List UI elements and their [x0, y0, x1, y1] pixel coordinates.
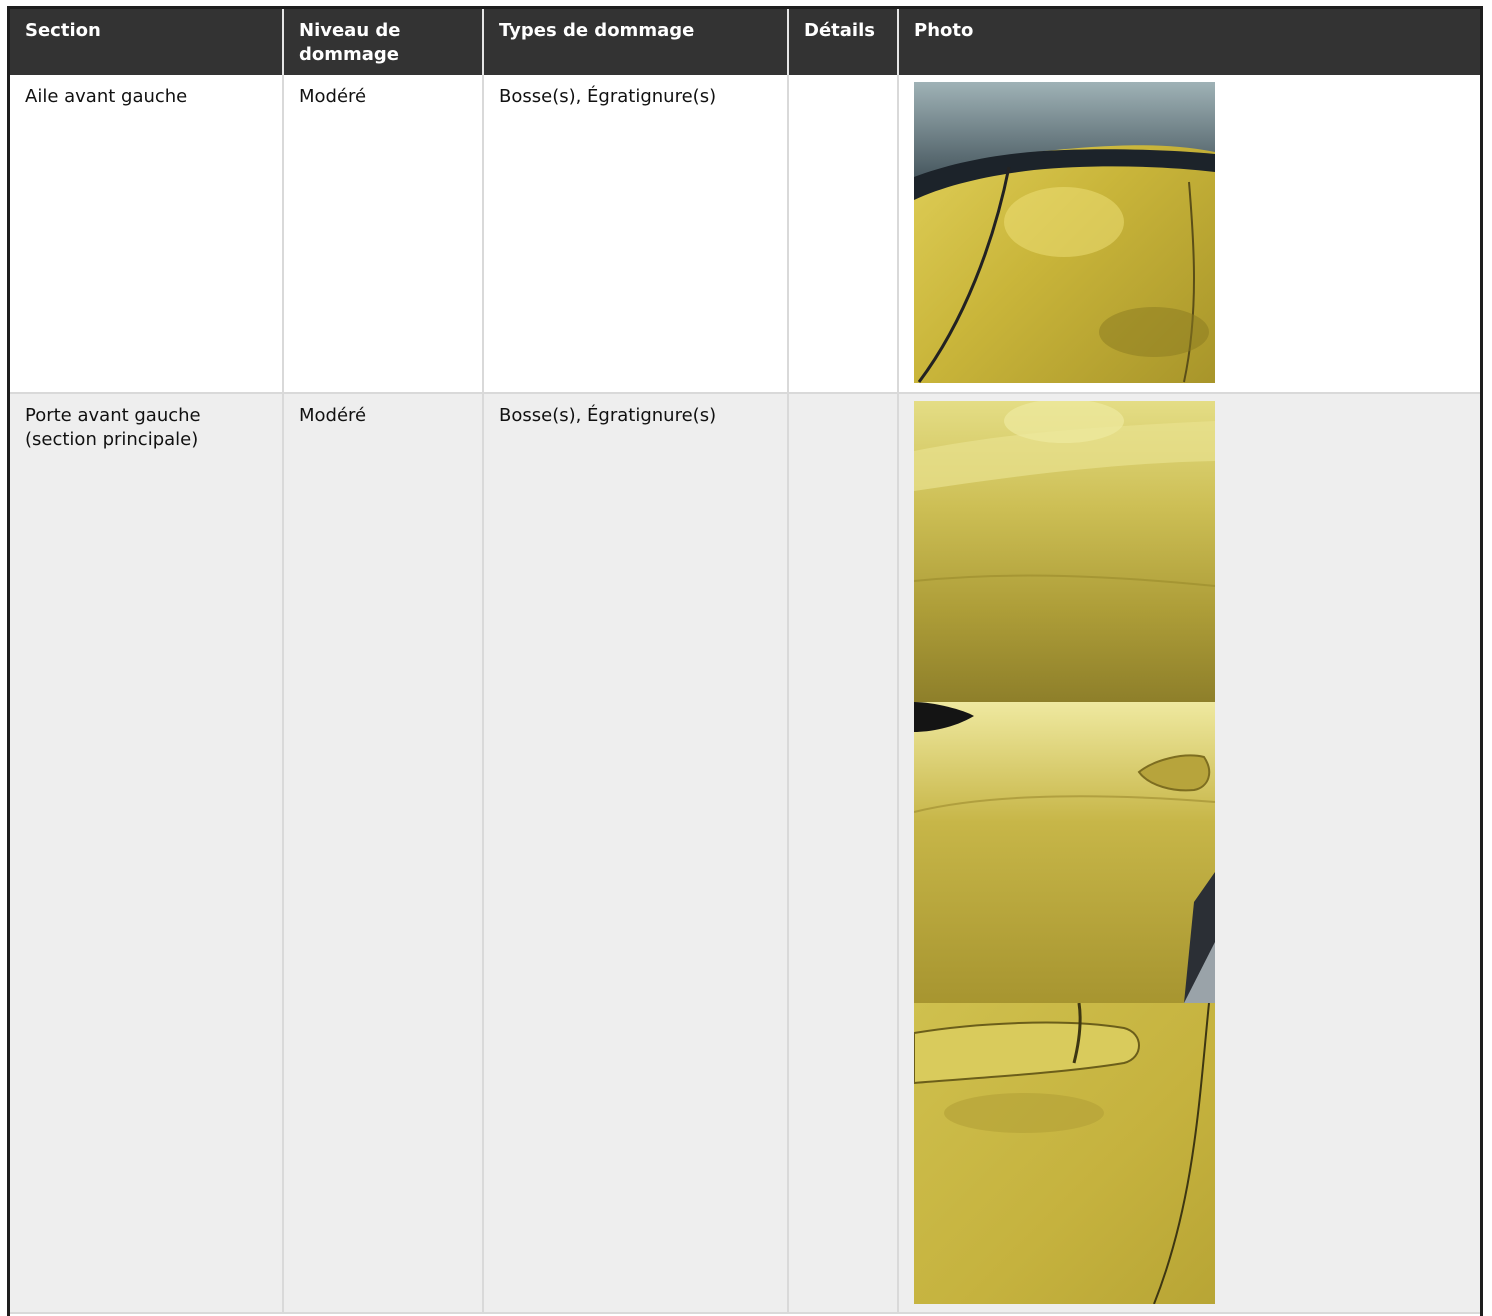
- cell-photo: [898, 75, 1480, 394]
- car-door-photo-2[interactable]: [914, 702, 1215, 1003]
- car-door-photo-3[interactable]: [914, 1003, 1215, 1304]
- car-door-photo-1[interactable]: [914, 401, 1215, 702]
- cell-section: Aile avant gauche: [10, 75, 284, 394]
- damage-table: Section Niveau de dommage Types de domma…: [10, 9, 1480, 1314]
- cell-details: [788, 75, 899, 394]
- header-photo[interactable]: Photo: [898, 9, 1480, 75]
- header-details[interactable]: Détails: [788, 9, 899, 75]
- cell-niveau: Modéré: [283, 75, 484, 394]
- header-niveau[interactable]: Niveau de dommage: [283, 9, 484, 75]
- car-fender-photo[interactable]: [914, 82, 1215, 383]
- cell-details: [788, 393, 899, 1314]
- cell-photo: [898, 393, 1480, 1314]
- cell-types: Bosse(s), Égratignure(s): [483, 75, 789, 394]
- table-row: Porte avant gauche (section principale) …: [10, 393, 1480, 1314]
- table-row: Aile avant gauche Modéré Bosse(s), Égrat…: [10, 75, 1480, 394]
- cell-niveau: Modéré: [283, 393, 484, 1314]
- table-header: Section Niveau de dommage Types de domma…: [10, 9, 1480, 75]
- header-types[interactable]: Types de dommage: [483, 9, 789, 75]
- cell-types: Bosse(s), Égratignure(s): [483, 393, 789, 1314]
- header-section[interactable]: Section: [10, 9, 284, 75]
- damage-report-frame: Section Niveau de dommage Types de domma…: [7, 6, 1483, 1316]
- cell-section: Porte avant gauche (section principale): [10, 393, 284, 1314]
